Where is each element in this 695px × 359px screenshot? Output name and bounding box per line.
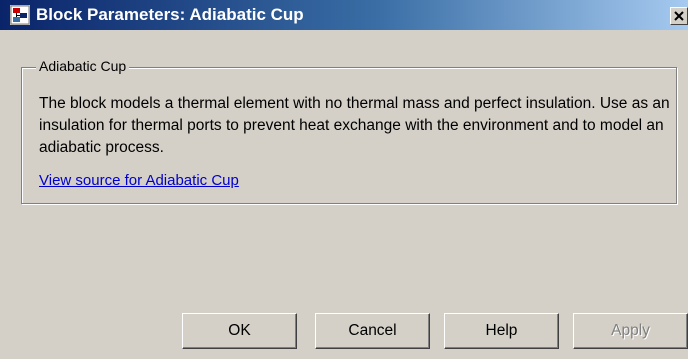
group-legend: Adiabatic Cup <box>36 58 130 75</box>
block-description: The block models a thermal element with … <box>39 95 670 156</box>
window-title: Block Parameters: Adiabatic Cup <box>36 5 304 24</box>
ok-button[interactable]: OK <box>182 313 297 349</box>
window-edge-right <box>688 0 695 359</box>
help-button[interactable]: Help <box>444 313 559 349</box>
block-parameters-dialog: Block Parameters: Adiabatic Cup Adiabati… <box>0 0 695 359</box>
view-source-link[interactable]: View source for Adiabatic Cup <box>39 172 239 189</box>
title-bar[interactable]: Block Parameters: Adiabatic Cup <box>0 0 688 30</box>
cancel-button[interactable]: Cancel <box>315 313 430 349</box>
simulink-block-icon <box>10 5 30 25</box>
apply-button[interactable]: Apply <box>573 313 688 349</box>
close-button[interactable] <box>670 7 688 25</box>
